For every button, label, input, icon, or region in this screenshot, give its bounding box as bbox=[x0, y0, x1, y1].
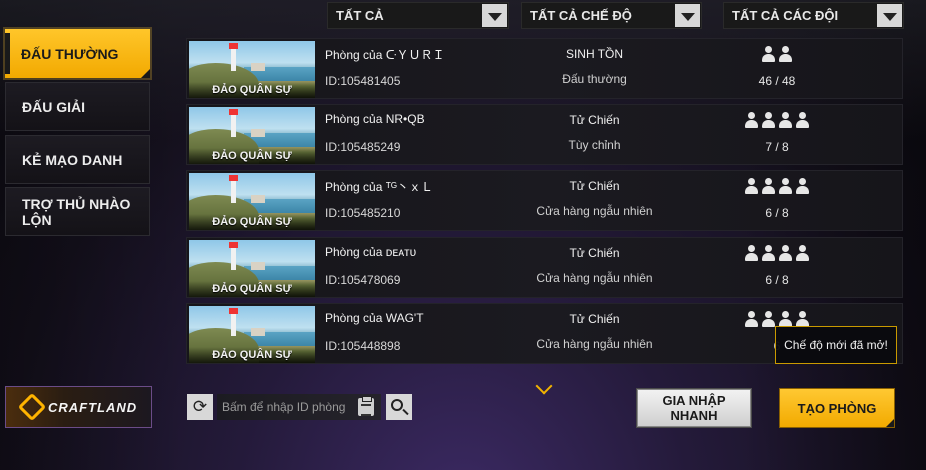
room-row[interactable]: ĐẢO QUÂN SỰ Phòng của ᴅᴇᴀᴛᴜ ID:105478069… bbox=[186, 237, 903, 298]
room-name: Phòng của ᴅᴇᴀᴛᴜ bbox=[325, 245, 417, 259]
nav-item-label: ĐẤU GIẢI bbox=[22, 98, 85, 115]
filter-all-dropdown[interactable]: TẤT CẢ bbox=[327, 2, 509, 29]
map-name: ĐẢO QUÂN SỰ bbox=[189, 347, 315, 363]
player-count: 6 / 8 bbox=[765, 273, 789, 287]
craftland-button[interactable]: CRAFTLAND bbox=[5, 386, 152, 428]
room-mode: SINH TỒN bbox=[565, 47, 624, 61]
search-button[interactable] bbox=[386, 394, 412, 420]
room-id-input[interactable] bbox=[217, 394, 381, 420]
player-icons bbox=[692, 46, 862, 66]
filter-all-label: TẤT CẢ bbox=[336, 8, 384, 23]
search-icon bbox=[391, 399, 403, 411]
nav-item-label: ĐẤU THƯỜNG bbox=[21, 45, 119, 62]
map-name: ĐẢO QUÂN SỰ bbox=[189, 148, 315, 164]
create-room-button[interactable]: TẠO PHÒNG bbox=[780, 389, 894, 427]
person-icon bbox=[761, 112, 776, 129]
person-icon bbox=[778, 112, 793, 129]
map-thumbnail: ĐẢO QUÂN SỰ bbox=[189, 173, 315, 230]
room-id: ID:105485249 bbox=[325, 140, 401, 154]
nav-item-impostor[interactable]: KẺ MẠO DANH bbox=[5, 135, 150, 184]
person-icon bbox=[744, 112, 759, 129]
person-icon bbox=[761, 245, 776, 262]
room-submode: Cửa hàng ngẫu nhiên bbox=[536, 204, 653, 218]
nav-item-label: TRỢ THỦ NHÀO LỘN bbox=[22, 195, 131, 228]
dropdown-arrow-icon[interactable] bbox=[482, 4, 507, 27]
room-id: ID:105485210 bbox=[325, 206, 401, 220]
filter-team-label: TẤT CẢ CÁC ĐỘI bbox=[732, 8, 839, 23]
room-submode: Cửa hàng ngẫu nhiên bbox=[536, 271, 653, 285]
room-name: Phòng của WAG'T bbox=[325, 311, 424, 325]
map-name: ĐẢO QUÂN SỰ bbox=[189, 214, 315, 230]
map-name: ĐẢO QUÂN SỰ bbox=[189, 82, 315, 98]
player-count: 7 / 8 bbox=[765, 140, 789, 154]
map-name: ĐẢO QUÂN SỰ bbox=[189, 281, 315, 297]
refresh-icon: ⟳ bbox=[192, 397, 208, 416]
room-mode: Tử Chiến bbox=[569, 312, 620, 326]
player-icons bbox=[692, 178, 862, 198]
room-mode: Tử Chiến bbox=[569, 113, 620, 127]
room-submode: Tùy chỉnh bbox=[568, 138, 621, 152]
person-icon bbox=[761, 178, 776, 195]
room-submode: Đấu thường bbox=[562, 72, 627, 86]
person-icon bbox=[778, 178, 793, 195]
dropdown-arrow-icon[interactable] bbox=[675, 4, 700, 27]
room-submode: Cửa hàng ngẫu nhiên bbox=[536, 337, 653, 351]
room-name: Phòng của ᵀᴳ丶ｘＬ bbox=[325, 180, 433, 194]
filter-mode-label: TẤT CẢ CHẾ ĐỘ bbox=[530, 8, 632, 23]
room-id: ID:105481405 bbox=[325, 74, 401, 88]
person-icon bbox=[795, 178, 810, 195]
clipboard-icon[interactable] bbox=[358, 396, 374, 416]
craftland-label: CRAFTLAND bbox=[48, 399, 138, 415]
player-count: 46 / 48 bbox=[758, 74, 796, 88]
person-icon bbox=[795, 245, 810, 262]
person-icon bbox=[744, 178, 759, 195]
nav-item-normal-match[interactable]: ĐẤU THƯỜNG bbox=[5, 29, 150, 78]
person-icon bbox=[744, 311, 759, 328]
person-icon bbox=[761, 311, 776, 328]
player-count: 6 / 8 bbox=[765, 206, 789, 220]
room-row[interactable]: ĐẢO QUÂN SỰ Phòng của ᵀᴳ丶ｘＬ ID:105485210… bbox=[186, 170, 903, 231]
map-thumbnail: ĐẢO QUÂN SỰ bbox=[189, 306, 315, 363]
map-thumbnail: ĐẢO QUÂN SỰ bbox=[189, 240, 315, 297]
person-icon bbox=[795, 112, 810, 129]
nav-item-tournament[interactable]: ĐẤU GIẢI bbox=[5, 82, 150, 131]
map-thumbnail: ĐẢO QUÂN SỰ bbox=[189, 107, 315, 164]
person-icon bbox=[761, 46, 776, 63]
nav-item-label: KẺ MẠO DANH bbox=[22, 151, 123, 168]
quick-join-button[interactable]: GIA NHẬP NHANH bbox=[637, 389, 751, 427]
room-name: Phòng của ᑢＹＵＲＩ bbox=[325, 48, 445, 62]
person-icon bbox=[778, 245, 793, 262]
map-thumbnail: ĐẢO QUÂN SỰ bbox=[189, 41, 315, 98]
room-mode: Tử Chiến bbox=[569, 246, 620, 260]
room-row[interactable]: ĐẢO QUÂN SỰ Phòng của ᑢＹＵＲＩ ID:105481405… bbox=[186, 38, 903, 99]
new-mode-tooltip: Chế độ mới đã mở! bbox=[775, 326, 897, 364]
person-icon bbox=[744, 245, 759, 262]
tooltip-text: Chế độ mới đã mở! bbox=[784, 338, 888, 352]
nav-item-acrobat[interactable]: TRỢ THỦ NHÀO LỘN bbox=[5, 187, 150, 236]
room-id: ID:105448898 bbox=[325, 339, 401, 353]
player-icons bbox=[692, 112, 862, 132]
room-mode: Tử Chiến bbox=[569, 179, 620, 193]
craftland-logo-icon bbox=[17, 392, 47, 422]
person-icon bbox=[778, 46, 793, 63]
filter-mode-dropdown[interactable]: TẤT CẢ CHẾ ĐỘ bbox=[521, 2, 702, 29]
room-id: ID:105478069 bbox=[325, 273, 401, 287]
player-icons bbox=[692, 245, 862, 265]
refresh-button[interactable]: ⟳ bbox=[187, 394, 213, 420]
filter-team-dropdown[interactable]: TẤT CẢ CÁC ĐỘI bbox=[723, 2, 904, 29]
dropdown-arrow-icon[interactable] bbox=[877, 4, 902, 27]
room-name: Phòng của NR•QB bbox=[325, 112, 425, 126]
room-row[interactable]: ĐẢO QUÂN SỰ Phòng của NR•QB ID:105485249… bbox=[186, 104, 903, 165]
